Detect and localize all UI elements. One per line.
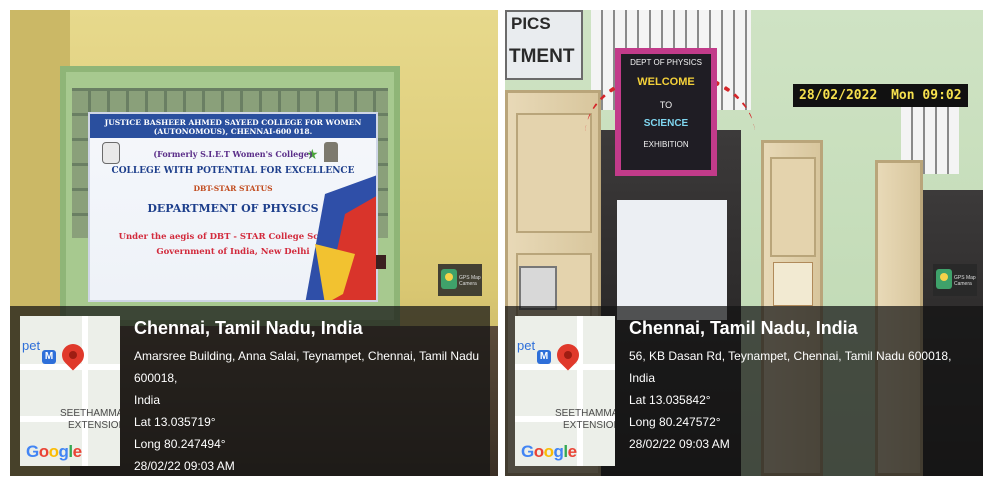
gps-longitude: Long 80.247572° [629,415,721,429]
gps-address-line2: India [134,393,161,407]
map-label-pet: pet [517,338,536,353]
gps-latitude: Lat 13.035842° [629,393,711,407]
photo-left: JUSTICE BASHEER AHMED SAYEED COLLEGE FOR… [10,10,498,476]
map-label-area1: SEETHAMMAL [555,408,615,419]
gps-datetime: 28/02/22 09:03 AM [629,437,730,451]
gps-app-name: GPS Map Camera [459,275,481,287]
banner-line3: (Formerly S.I.E.T Women's College) [153,149,313,159]
department-sign: PICS TMENT [505,10,583,80]
gps-datetime: 28/02/22 09:03 AM [134,459,235,473]
welcome-line5: EXHIBITION [643,140,689,149]
gps-app-icon [936,269,952,289]
gps-app-badge: GPS Map Camera [438,264,482,296]
wall-sign [376,255,386,269]
welcome-line3: TO [659,100,673,110]
gps-info-panel: pet SEETHAMMAL EXTENSION Google Chennai,… [10,306,490,476]
gps-info-panel: pet SEETHAMMAL EXTENSION Google Chennai,… [505,306,983,476]
metro-icon [537,350,551,364]
gps-app-name: GPS Map Camera [954,275,976,287]
gps-app-icon [441,269,457,289]
college-banner: JUSTICE BASHEER AHMED SAYEED COLLEGE FOR… [88,112,378,302]
clock-date: 28/02/2022 [799,88,878,103]
google-logo: Google [521,442,577,461]
welcome-line4: SCIENCE [643,118,689,129]
photo-right: PICS TMENT DEPT OF PHYSICS WELCOME TO SC… [505,10,983,476]
banner-line2: (AUTONOMOUS), CHENNAI-600 018. [153,127,313,136]
inner-room [617,200,727,320]
portrait-frame [519,266,557,310]
gps-info-text: Chennai, Tamil Nadu, India 56, KB Dasan … [629,318,975,455]
google-logo: Google [26,442,82,461]
map-label-area2: EXTENSION [68,420,120,431]
gps-address-line1: 56, KB Dasan Rd, Teynampet, Chennai, Tam… [629,349,952,385]
map-label-area1: SEETHAMMAL [60,408,120,419]
welcome-board: DEPT OF PHYSICS WELCOME TO SCIENCE EXHIB… [615,48,717,176]
sign-text-bottom: TMENT [509,46,575,67]
metro-icon [42,350,56,364]
gps-address-line1: Amarsree Building, Anna Salai, Teynampet… [134,349,480,385]
gps-latitude: Lat 13.035719° [134,415,216,429]
gps-app-badge: GPS Map Camera [933,264,977,296]
gps-city: Chennai, Tamil Nadu, India [629,318,858,338]
gps-city: Chennai, Tamil Nadu, India [134,318,363,338]
digital-clock: 28/02/2022 Mon 09:02 [793,84,968,107]
welcome-line2: WELCOME [637,76,695,88]
welcome-line1: DEPT OF PHYSICS [630,58,702,67]
gps-info-text: Chennai, Tamil Nadu, India Amarsree Buil… [134,318,482,476]
gps-longitude: Long 80.247494° [134,437,226,451]
banner-star-graphic [305,175,376,300]
clock-time: Mon 09:02 [891,88,962,103]
sign-text-top: PICS [511,14,551,33]
map-label-pet: pet [22,338,41,353]
location-map: pet SEETHAMMAL EXTENSION Google [515,316,615,466]
banner-line1: JUSTICE BASHEER AHMED SAYEED COLLEGE FOR… [104,118,362,127]
door-notice [773,262,813,306]
map-label-area2: EXTENSION [563,420,615,431]
location-map: pet SEETHAMMAL EXTENSION Google [20,316,120,466]
